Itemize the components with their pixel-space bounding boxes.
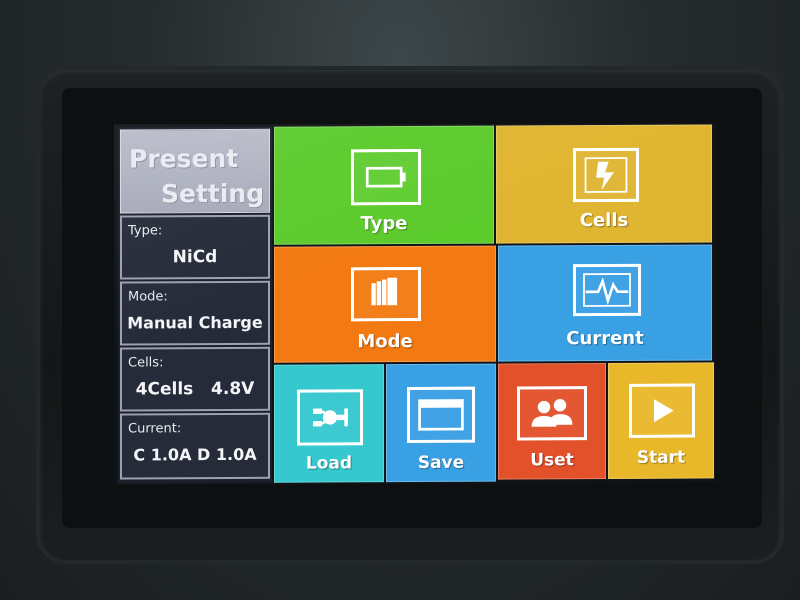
type-info-box: Type: NiCd: [120, 214, 270, 280]
stack-icon: [351, 266, 421, 322]
play-icon: [629, 383, 695, 438]
device-photo: Present Setting Type: NiCd Mode: Manual …: [0, 0, 800, 600]
load-button-label: Load: [305, 453, 353, 474]
present-setting-header: Present Setting: [120, 128, 270, 214]
type-button-label: Type: [360, 213, 408, 235]
cells-info-label: Cells:: [128, 355, 164, 371]
touch-screen: Present Setting Type: NiCd Mode: Manual …: [114, 122, 716, 486]
start-button-label: Start: [636, 447, 686, 468]
current-info-box: Current: C 1.0A D 1.0A: [120, 412, 270, 480]
type-info-value: NiCd: [172, 247, 218, 268]
present-setting-title-line2: Setting: [161, 178, 265, 209]
mode-info-label: Mode:: [128, 289, 168, 305]
mode-button-label: Mode: [357, 331, 413, 353]
type-button[interactable]: Type: [274, 125, 494, 245]
save-button[interactable]: Save: [386, 363, 496, 483]
load-button[interactable]: Load: [274, 364, 384, 483]
window-icon: [407, 386, 475, 444]
type-info-label: Type:: [128, 223, 163, 239]
uset-button[interactable]: Uset: [498, 362, 606, 480]
mode-button[interactable]: Mode: [274, 245, 496, 363]
cells-info-box: Cells: 4Cells 4.8V: [120, 346, 270, 412]
waveform-icon: [573, 263, 641, 317]
present-setting-panel: Present Setting Type: NiCd Mode: Manual …: [118, 126, 272, 484]
start-button[interactable]: Start: [608, 362, 714, 479]
current-button[interactable]: Current: [498, 244, 712, 362]
plug-icon: [297, 389, 363, 446]
present-setting-title-line1: Present: [129, 143, 239, 174]
current-button-label: Current: [566, 327, 644, 350]
cells-info-value: 4Cells 4.8V: [135, 378, 255, 400]
uset-button-label: Uset: [530, 450, 574, 471]
current-info-label: Current:: [128, 421, 182, 437]
mode-info-value: Manual Charge: [127, 312, 263, 333]
battery-icon: [351, 148, 421, 206]
save-button-label: Save: [417, 452, 465, 473]
cells-button[interactable]: Cells: [496, 124, 712, 244]
cells-button-label: Cells: [579, 209, 629, 232]
users-icon: [517, 386, 587, 441]
mode-info-box: Mode: Manual Charge: [120, 280, 270, 346]
lightning-icon: [573, 147, 639, 203]
current-info-value: C 1.0A D 1.0A: [133, 444, 257, 465]
